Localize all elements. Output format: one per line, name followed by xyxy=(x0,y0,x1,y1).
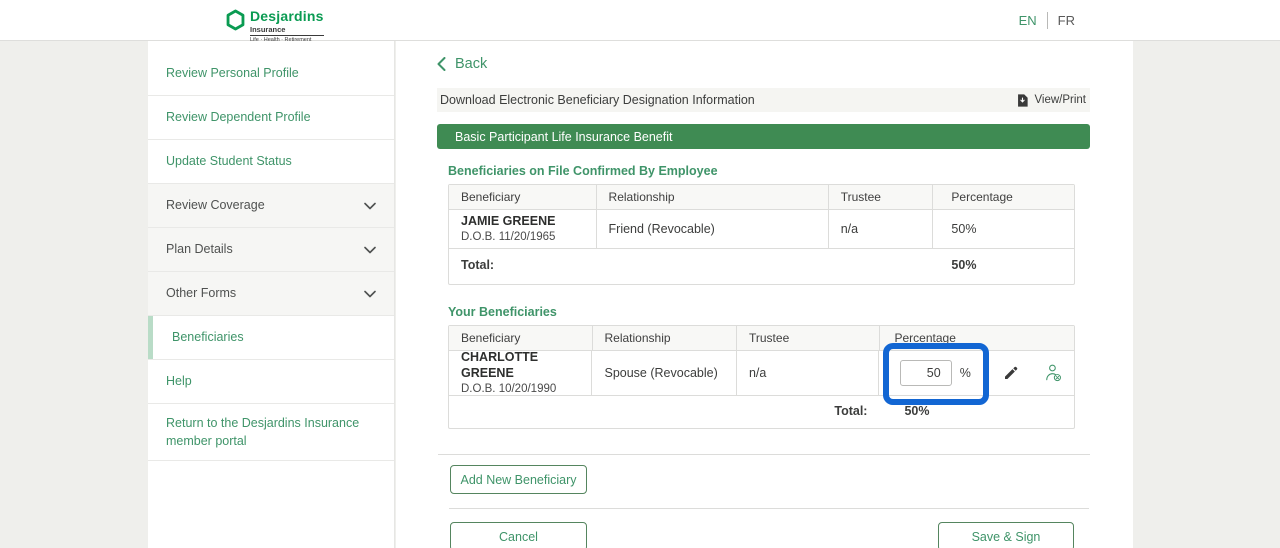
col-relationship: Relationship xyxy=(597,185,829,209)
total-label: Total: xyxy=(461,258,495,272)
logo-sub-text: Insurance xyxy=(250,25,286,34)
beneficiary-percentage: 50% xyxy=(951,222,977,236)
table-row: CHARLOTTE GREENE D.O.B. 10/20/1990 Spous… xyxy=(449,349,1074,396)
top-header: Desjardins Insurance Life · Health · Ret… xyxy=(0,0,1280,43)
beneficiary-relationship: Friend (Revocable) xyxy=(597,210,829,248)
sidebar-item-review-coverage[interactable]: Review Coverage xyxy=(148,184,394,228)
beneficiary-name: CHARLOTTE GREENE xyxy=(461,349,539,380)
download-label: Download Electronic Beneficiary Designat… xyxy=(440,93,755,107)
save-sign-button[interactable]: Save & Sign xyxy=(938,522,1074,548)
confirmed-beneficiaries-heading: Beneficiaries on File Confirmed By Emplo… xyxy=(448,164,718,178)
sidebar-item-review-personal-profile[interactable]: Review Personal Profile xyxy=(148,52,394,96)
table-row: JAMIE GREENE D.O.B. 11/20/1965 Friend (R… xyxy=(449,210,1074,249)
document-download-icon xyxy=(1018,93,1029,107)
chevron-left-icon xyxy=(437,57,446,71)
remove-beneficiary-button[interactable] xyxy=(1033,351,1074,395)
cancel-button[interactable]: Cancel xyxy=(450,522,587,548)
table-header-row: Beneficiary Relationship Trustee Percent… xyxy=(449,185,1074,210)
download-bar: Download Electronic Beneficiary Designat… xyxy=(437,88,1090,112)
lang-divider xyxy=(1046,12,1048,29)
total-value: 50% xyxy=(951,258,977,272)
col-beneficiary: Beneficiary xyxy=(449,326,593,350)
total-value: 50% xyxy=(904,404,930,418)
logo-brand-text: Desjardins xyxy=(250,8,324,24)
lang-fr-link[interactable]: FR xyxy=(1058,13,1075,28)
beneficiary-dob: D.O.B. 11/20/1965 xyxy=(461,231,556,244)
sidebar-nav: Review Personal Profile Review Dependent… xyxy=(148,41,395,548)
lang-en-link[interactable]: EN xyxy=(1019,13,1037,28)
person-remove-icon xyxy=(1046,364,1061,382)
col-percentage: Percentage xyxy=(951,190,1013,204)
sidebar-item-return-member-portal[interactable]: Return to the Desjardins Insurance membe… xyxy=(148,404,394,461)
your-beneficiaries-heading: Your Beneficiaries xyxy=(448,305,557,319)
col-percentage: Percentage xyxy=(894,331,956,345)
beneficiary-trustee: n/a xyxy=(737,351,880,395)
table-header-row: Beneficiary Relationship Trustee Percent… xyxy=(449,326,1074,351)
divider xyxy=(438,454,1090,455)
total-row: Total: 50% xyxy=(449,396,1074,428)
beneficiary-relationship: Spouse (Revocable) xyxy=(592,351,737,395)
col-trustee: Trustee xyxy=(737,326,880,350)
beneficiary-dob: D.O.B. 10/20/1990 xyxy=(461,383,557,396)
sidebar-item-plan-details[interactable]: Plan Details xyxy=(148,228,394,272)
add-new-beneficiary-button[interactable]: Add New Beneficiary xyxy=(450,465,587,494)
back-button[interactable]: Back xyxy=(437,56,487,72)
sidebar-item-review-dependent-profile[interactable]: Review Dependent Profile xyxy=(148,96,394,140)
desjardins-logo: Desjardins Insurance Life · Health · Ret… xyxy=(226,8,324,43)
col-relationship: Relationship xyxy=(593,326,737,350)
confirmed-beneficiaries-table: Beneficiary Relationship Trustee Percent… xyxy=(448,184,1075,285)
sidebar-item-update-student-status[interactable]: Update Student Status xyxy=(148,140,394,184)
main-content: Back Download Electronic Beneficiary Des… xyxy=(396,41,1133,548)
hexagon-logo-icon xyxy=(226,9,245,31)
beneficiary-name: JAMIE GREENE xyxy=(461,213,556,228)
sidebar-item-other-forms[interactable]: Other Forms xyxy=(148,272,394,316)
total-label: Total: xyxy=(834,404,868,418)
sidebar-item-beneficiaries[interactable]: Beneficiaries xyxy=(148,316,394,360)
beneficiary-trustee: n/a xyxy=(829,210,934,248)
chevron-down-icon xyxy=(364,290,376,298)
divider xyxy=(449,508,1089,509)
total-row: Total: 50% xyxy=(449,249,1074,284)
benefit-banner: Basic Participant Life Insurance Benefit xyxy=(437,124,1090,149)
back-label: Back xyxy=(455,56,488,72)
chevron-down-icon xyxy=(364,246,376,254)
view-print-label: View/Print xyxy=(1034,94,1086,106)
col-beneficiary: Beneficiary xyxy=(449,185,597,209)
chevron-down-icon xyxy=(364,202,376,210)
view-print-button[interactable]: View/Print xyxy=(1017,93,1086,107)
pencil-icon xyxy=(1004,366,1017,379)
percentage-input[interactable] xyxy=(899,360,952,386)
col-trustee: Trustee xyxy=(829,185,934,209)
language-switcher: EN FR xyxy=(1019,12,1075,29)
edit-beneficiary-button[interactable] xyxy=(988,351,1033,395)
sidebar-item-help[interactable]: Help xyxy=(148,360,394,404)
your-beneficiaries-table: Beneficiary Relationship Trustee Percent… xyxy=(448,325,1075,429)
percent-sign: % xyxy=(959,366,971,380)
